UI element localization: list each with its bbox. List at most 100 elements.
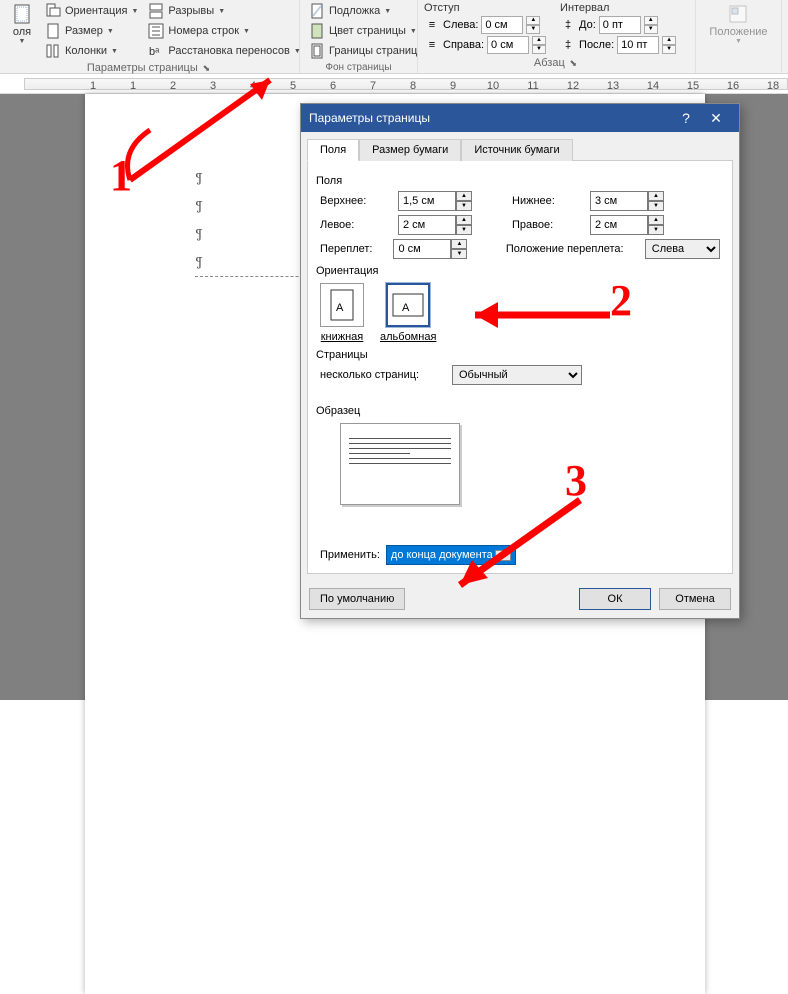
page-setup-launcher[interactable]: ⬊ — [201, 63, 213, 73]
spacing-before-spinner[interactable]: ▲▼ — [644, 16, 658, 34]
hyphenation-button[interactable]: bᵃРасстановка переносов▼ — [145, 42, 303, 60]
spacing-after-row: ‡После: ▲▼ — [560, 36, 676, 54]
ribbon: оля ▼ Ориентация ▼ Размер▼ Колонки▼ Разры… — [0, 0, 788, 74]
right-margin-input[interactable] — [590, 215, 648, 235]
spacing-after-label: После: — [579, 39, 614, 51]
dialog-title: Параметры страницы — [309, 111, 671, 125]
margins-icon — [12, 4, 32, 24]
page-color-button[interactable]: Цвет страницы▼ — [306, 22, 411, 40]
margins-button[interactable]: оля ▼ — [6, 2, 38, 60]
page-borders-button[interactable]: Границы страниц — [306, 42, 411, 60]
watermark-button[interactable]: Подложка▼ — [306, 2, 411, 20]
indent-right-label: Справа: — [443, 39, 484, 51]
preview-box — [340, 423, 460, 505]
landscape-button[interactable]: A альбомная — [380, 283, 436, 343]
position-icon — [728, 4, 748, 24]
spacing-after-spinner[interactable]: ▲▼ — [662, 36, 676, 54]
right-margin-spinner[interactable]: ▲▼ — [648, 215, 664, 235]
indent-left-input[interactable] — [481, 16, 523, 34]
help-button[interactable]: ? — [671, 110, 701, 126]
default-button[interactable]: По умолчанию — [309, 588, 405, 610]
bottom-margin-spinner[interactable]: ▲▼ — [648, 191, 664, 211]
margins-group-label: Поля — [316, 175, 720, 187]
tab-fields[interactable]: Поля — [307, 139, 359, 161]
tab-panel-fields: Поля Верхнее: ▲▼ Нижнее: ▲▼ Левое: ▲▼ Пр… — [307, 160, 733, 574]
horizontal-ruler[interactable]: 1 1 2 3 4 5 6 7 8 9 10 11 12 13 14 15 16… — [0, 74, 788, 94]
page-color-label: Цвет страницы — [329, 25, 406, 37]
spacing-after-icon: ‡ — [560, 37, 576, 53]
chevron-down-icon: ▼ — [19, 38, 26, 45]
right-margin-label: Правое: — [512, 219, 582, 231]
landscape-icon: A — [386, 283, 430, 327]
multi-pages-select[interactable]: Обычный — [452, 365, 582, 385]
indent-left-label: Слева: — [443, 19, 478, 31]
gutter-spinner[interactable]: ▲▼ — [451, 239, 467, 259]
spacing-heading: Интервал — [560, 2, 676, 14]
indent-left-spinner[interactable]: ▲▼ — [526, 16, 540, 34]
ok-button[interactable]: ОК — [579, 588, 651, 610]
orientation-group-label: Ориентация — [316, 265, 720, 277]
indent-right-row: ≡Справа:▲▼ — [424, 36, 546, 54]
hyphenation-icon: bᵃ — [148, 43, 164, 59]
size-icon — [45, 23, 61, 39]
bottom-margin-input[interactable] — [590, 191, 648, 211]
tab-paper-source[interactable]: Источник бумаги — [461, 139, 572, 161]
chevron-down-icon: ▼ — [495, 550, 511, 561]
spacing-before-row: ‡До:▲▼ — [560, 16, 676, 34]
chevron-down-icon: ▼ — [735, 38, 742, 45]
orientation-button[interactable]: Ориентация ▼ — [42, 2, 141, 20]
page-setup-dialog: Параметры страницы ? ✕ Поля Размер бумаг… — [300, 103, 740, 619]
columns-icon — [45, 43, 61, 59]
cancel-button[interactable]: Отмена — [659, 588, 731, 610]
gutter-pos-select[interactable]: Слева — [645, 239, 720, 259]
sample-group-label: Образец — [316, 405, 720, 417]
bottom-margin-label: Нижнее: — [512, 195, 582, 207]
page-borders-icon — [309, 43, 325, 59]
chevron-down-icon: ▼ — [131, 8, 138, 15]
gutter-label: Переплет: — [320, 243, 385, 255]
ribbon-group-arrange: Положение ▼ — [696, 0, 782, 73]
watermark-label: Подложка — [329, 5, 380, 17]
page-setup-group-label: Параметры страницы — [87, 62, 198, 74]
page-borders-label: Границы страниц — [329, 45, 417, 57]
left-margin-spinner[interactable]: ▲▼ — [456, 215, 472, 235]
left-margin-input[interactable] — [398, 215, 456, 235]
svg-text:A: A — [402, 302, 410, 314]
columns-button[interactable]: Колонки▼ — [42, 42, 141, 60]
apply-to-select[interactable]: до конца документа ▼ — [386, 545, 516, 565]
breaks-button[interactable]: Разрывы▼ — [145, 2, 303, 20]
chevron-down-icon: ▼ — [107, 28, 114, 35]
portrait-button[interactable]: A книжная — [320, 283, 364, 343]
tab-paper-size[interactable]: Размер бумаги — [359, 139, 461, 161]
spacing-before-icon: ‡ — [560, 17, 576, 33]
orientation-label: Ориентация — [65, 5, 127, 17]
position-button[interactable]: Положение ▼ — [703, 2, 773, 47]
multi-pages-label: несколько страниц: — [320, 369, 444, 381]
top-margin-spinner[interactable]: ▲▼ — [456, 191, 472, 211]
breaks-icon — [148, 3, 164, 19]
spacing-after-input[interactable] — [617, 36, 659, 54]
chevron-down-icon: ▼ — [111, 48, 118, 55]
line-numbers-button[interactable]: Номера строк▼ — [145, 22, 303, 40]
indent-right-spinner[interactable]: ▲▼ — [532, 36, 546, 54]
hyphenation-label: Расстановка переносов — [168, 45, 289, 57]
size-button[interactable]: Размер▼ — [42, 22, 141, 40]
line-numbers-label: Номера строк — [168, 25, 239, 37]
close-button[interactable]: ✕ — [701, 110, 731, 127]
dialog-titlebar[interactable]: Параметры страницы ? ✕ — [301, 104, 739, 132]
top-margin-label: Верхнее: — [320, 195, 390, 207]
spacing-before-input[interactable] — [599, 16, 641, 34]
svg-text:A: A — [336, 302, 344, 314]
gutter-input[interactable] — [393, 239, 451, 259]
top-margin-input[interactable] — [398, 191, 456, 211]
paragraph-launcher[interactable]: ⬊ — [568, 58, 580, 68]
pages-group-label: Страницы — [316, 349, 720, 361]
svg-text:bᵃ: bᵃ — [149, 46, 160, 58]
position-label: Положение — [709, 26, 767, 38]
portrait-label: книжная — [321, 331, 364, 343]
indent-right-input[interactable] — [487, 36, 529, 54]
apply-to-value: до конца документа — [391, 549, 493, 561]
chevron-down-icon: ▼ — [218, 8, 225, 15]
indent-left-row: ≡Слева:▲▼ — [424, 16, 546, 34]
dialog-tabs: Поля Размер бумаги Источник бумаги — [301, 132, 739, 160]
